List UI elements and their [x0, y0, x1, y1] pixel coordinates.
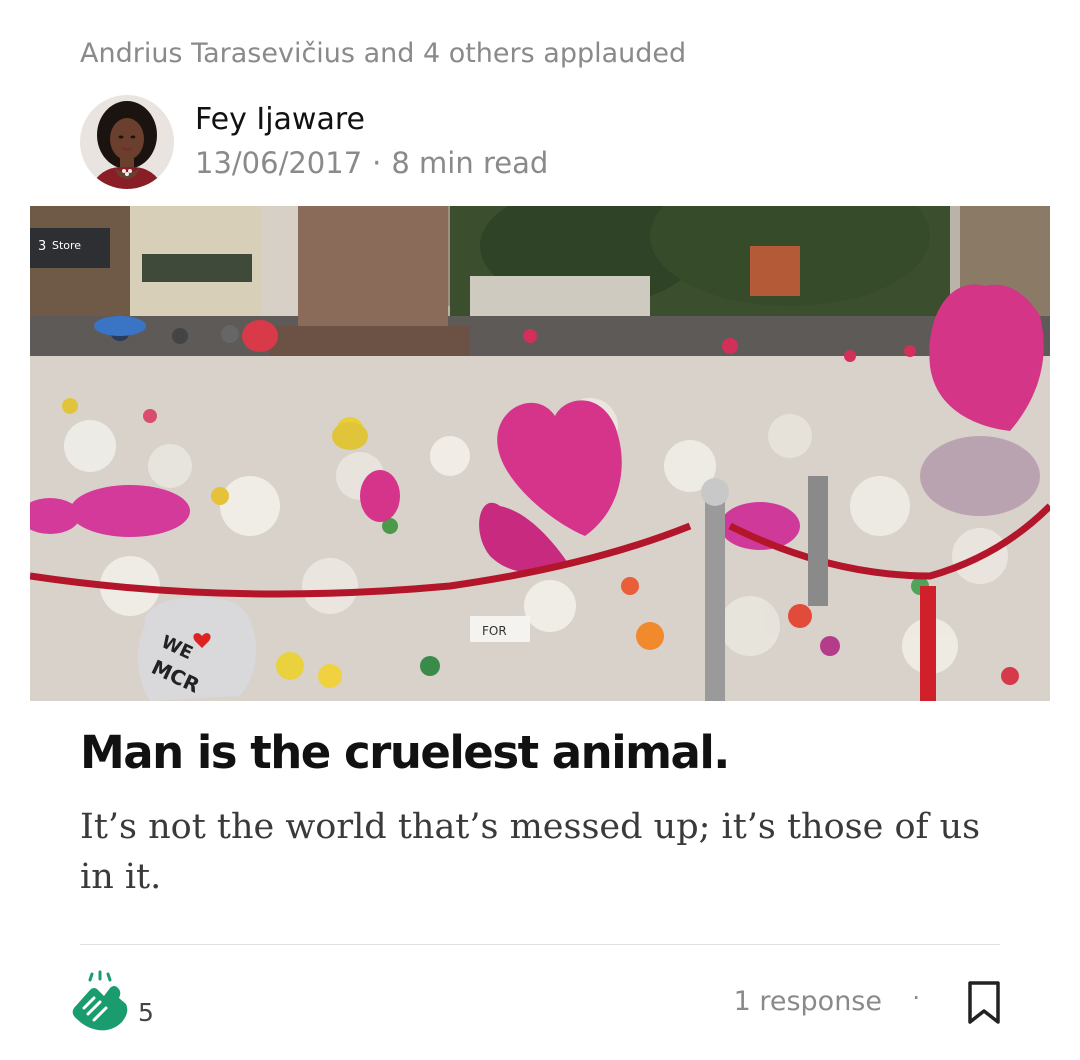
- svg-text:Store: Store: [52, 239, 81, 252]
- article-subtitle[interactable]: It’s not the world that’s messed up; it’…: [80, 802, 1010, 902]
- footer-separator: ·: [912, 984, 920, 1012]
- read-time: 8 min read: [391, 146, 549, 180]
- divider: [80, 944, 1000, 945]
- author-row: Fey Ijaware 13/06/2017 · 8 min read: [80, 94, 548, 190]
- bookmark-icon[interactable]: [966, 980, 1002, 1026]
- hero-image[interactable]: WE MCR 3 Store FOR: [30, 206, 1050, 701]
- post-date: 13/06/2017: [195, 146, 363, 180]
- article-footer: 5 1 response ·: [60, 968, 1010, 1048]
- applause-summary[interactable]: Andrius Tarasevičius and 4 others applau…: [80, 38, 686, 69]
- svg-text:FOR: FOR: [482, 624, 507, 638]
- article-title[interactable]: Man is the cruelest animal.: [80, 726, 730, 779]
- meta-separator: ·: [372, 146, 382, 180]
- author-meta: Fey Ijaware 13/06/2017 · 8 min read: [195, 100, 548, 184]
- responses-link[interactable]: 1 response: [734, 986, 882, 1017]
- author-name[interactable]: Fey Ijaware: [195, 100, 548, 140]
- post-meta: 13/06/2017 · 8 min read: [195, 142, 548, 184]
- clap-icon[interactable]: [64, 968, 134, 1038]
- clap-count: 5: [138, 998, 154, 1027]
- author-avatar[interactable]: [80, 95, 174, 189]
- svg-text:3: 3: [38, 239, 46, 254]
